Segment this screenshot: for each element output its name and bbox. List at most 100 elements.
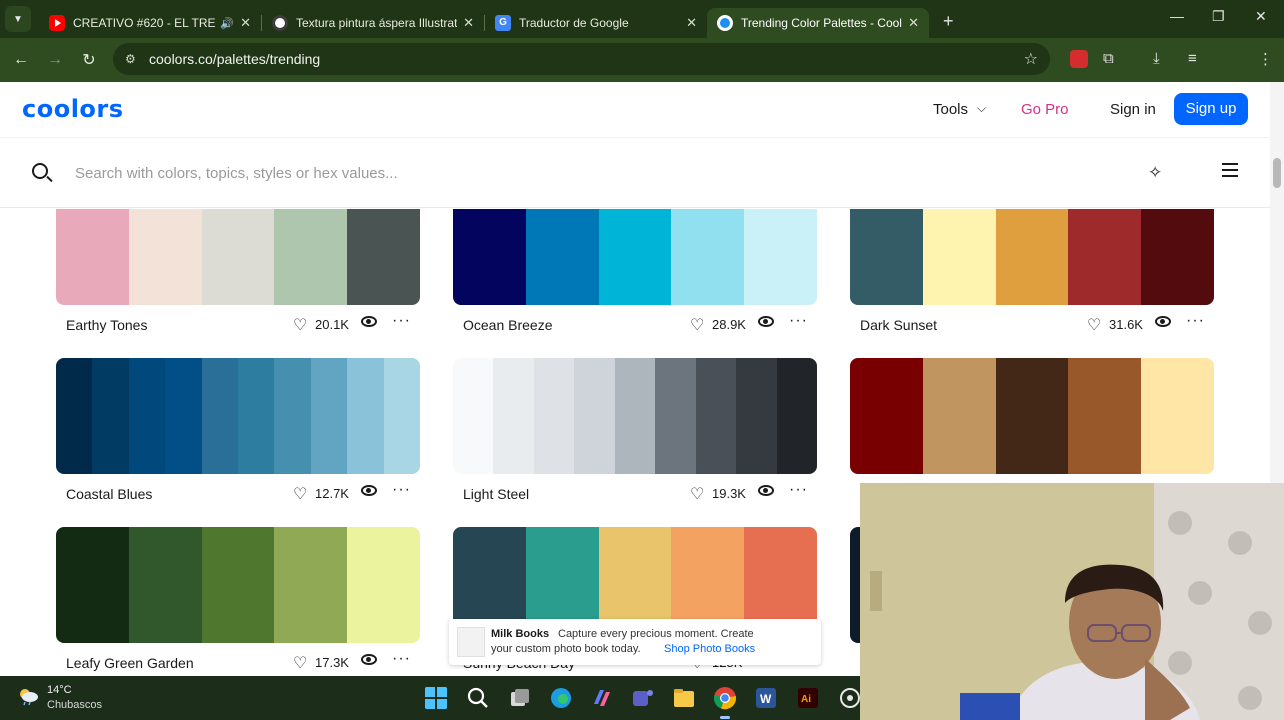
browser-tab-active[interactable]: Trending Color Palettes - Coolo ✕ (707, 8, 929, 38)
search-input[interactable] (75, 161, 875, 185)
ad-thumbnail[interactable] (457, 627, 485, 657)
weather-description[interactable]: Chubascos (47, 699, 102, 711)
color-swatch[interactable] (453, 209, 526, 305)
color-swatch[interactable] (274, 527, 348, 643)
color-swatch[interactable] (736, 358, 777, 474)
speaker-icon[interactable]: 🔊 (220, 17, 234, 30)
edge-browser-icon[interactable] (549, 686, 573, 710)
color-swatch[interactable] (1068, 209, 1142, 305)
windows-start-icon[interactable] (424, 686, 448, 710)
color-swatch[interactable] (850, 358, 923, 474)
new-tab-button[interactable]: + (943, 11, 954, 32)
download-icon[interactable]: ⤓ (1153, 50, 1160, 67)
weather-rain-icon[interactable] (16, 686, 40, 706)
color-swatch[interactable] (1141, 358, 1214, 474)
palette-name[interactable]: Coastal Blues (66, 486, 152, 502)
palette-swatches[interactable] (850, 358, 1214, 474)
ad-link[interactable]: Shop Photo Books (664, 643, 755, 655)
color-swatch[interactable] (56, 527, 129, 643)
eye-icon[interactable] (758, 316, 774, 327)
heart-icon[interactable]: ♡ (293, 484, 307, 504)
eye-icon[interactable] (1155, 316, 1171, 327)
window-close-icon[interactable]: ✕ (1255, 8, 1267, 25)
browser-tab[interactable]: CREATIVO #620 - EL TREN | 🔊 ✕ (39, 8, 261, 38)
teams-icon[interactable] (631, 686, 655, 710)
more-options-icon[interactable]: ··· (392, 312, 411, 330)
color-swatch[interactable] (274, 209, 348, 305)
color-swatch[interactable] (128, 358, 166, 474)
palette-card[interactable]: Leafy Green Garden ♡ 17.3K ··· (56, 527, 420, 677)
palette-swatches[interactable] (453, 209, 817, 305)
palette-name[interactable]: Leafy Green Garden (66, 655, 194, 671)
color-swatch[interactable] (922, 358, 996, 474)
forward-icon[interactable]: → (38, 51, 72, 69)
go-pro-link[interactable]: Go Pro (1021, 101, 1069, 118)
color-swatch[interactable] (533, 358, 575, 474)
eye-icon[interactable] (361, 316, 377, 327)
color-swatch[interactable] (922, 209, 996, 305)
color-swatch[interactable] (995, 209, 1069, 305)
palette-swatches[interactable] (56, 527, 420, 643)
eye-icon[interactable] (361, 485, 377, 496)
color-swatch[interactable] (56, 358, 93, 474)
site-settings-icon[interactable]: ⚙ (125, 52, 141, 66)
heart-icon[interactable]: ♡ (293, 315, 307, 335)
color-swatch[interactable] (274, 358, 311, 474)
restore-icon[interactable]: ❐ (1212, 8, 1225, 25)
color-swatch[interactable] (165, 358, 202, 474)
close-icon[interactable]: ✕ (686, 15, 697, 31)
color-swatch[interactable] (671, 209, 745, 305)
address-bar[interactable]: ⚙ coolors.co/palettes/trending ☆ (113, 43, 1050, 75)
palette-swatches[interactable] (453, 358, 817, 474)
tools-menu[interactable]: Tools (933, 101, 968, 118)
more-options-icon[interactable]: ··· (789, 481, 808, 499)
file-explorer-icon[interactable] (672, 686, 696, 710)
color-swatch[interactable] (201, 527, 275, 643)
color-swatch[interactable] (1141, 209, 1214, 305)
palette-card[interactable]: Coastal Blues ♡ 12.7K ··· (56, 358, 420, 508)
color-swatch[interactable] (201, 358, 239, 474)
app-icon[interactable] (838, 686, 862, 710)
url-text[interactable]: coolors.co/palettes/trending (149, 51, 320, 67)
browser-tab[interactable]: G Traductor de Google ✕ (485, 8, 707, 38)
color-swatch[interactable] (56, 209, 129, 305)
chrome-icon[interactable] (713, 686, 737, 710)
palette-card[interactable]: Earthy Tones ♡ 20.1K ··· (56, 209, 420, 339)
more-options-icon[interactable]: ··· (392, 481, 411, 499)
color-swatch[interactable] (525, 209, 599, 305)
color-swatch[interactable] (1068, 358, 1142, 474)
more-options-icon[interactable]: ··· (392, 650, 411, 668)
tab-search-button[interactable]: ▼ (5, 6, 31, 32)
sign-in-link[interactable]: Sign in (1110, 101, 1156, 118)
search-icon[interactable] (32, 163, 48, 179)
color-swatch[interactable] (128, 527, 202, 643)
search-icon[interactable] (466, 686, 490, 710)
extension-icon[interactable] (1070, 50, 1088, 68)
color-swatch[interactable] (383, 358, 420, 474)
palette-card[interactable]: Ocean Breeze ♡ 28.9K ··· (453, 209, 817, 339)
more-options-icon[interactable]: ··· (1186, 312, 1205, 330)
color-swatch[interactable] (574, 358, 615, 474)
color-swatch[interactable] (92, 358, 129, 474)
close-icon[interactable]: ✕ (240, 15, 251, 31)
palette-name[interactable]: Dark Sunset (860, 317, 937, 333)
color-swatch[interactable] (850, 209, 923, 305)
magic-wand-icon[interactable]: ✧ (1148, 163, 1162, 183)
task-view-icon[interactable] (508, 686, 532, 710)
more-options-icon[interactable]: ··· (789, 312, 808, 330)
color-swatch[interactable] (347, 209, 420, 305)
close-icon[interactable]: ✕ (463, 15, 474, 31)
palette-card[interactable] (850, 358, 1214, 474)
color-swatch[interactable] (347, 527, 420, 643)
color-swatch[interactable] (128, 209, 202, 305)
heart-icon[interactable]: ♡ (690, 315, 704, 335)
back-icon[interactable]: ← (4, 51, 38, 69)
ad-banner[interactable]: Milk Books Capture every precious moment… (449, 619, 821, 665)
weather-temperature[interactable]: 14°C (47, 684, 72, 696)
color-swatch[interactable] (995, 358, 1069, 474)
coolors-logo[interactable]: coolors (22, 95, 124, 123)
color-swatch[interactable] (614, 358, 656, 474)
color-swatch[interactable] (347, 358, 384, 474)
palette-swatches[interactable] (850, 209, 1214, 305)
browser-menu-icon[interactable]: ⋮ (1258, 50, 1273, 68)
